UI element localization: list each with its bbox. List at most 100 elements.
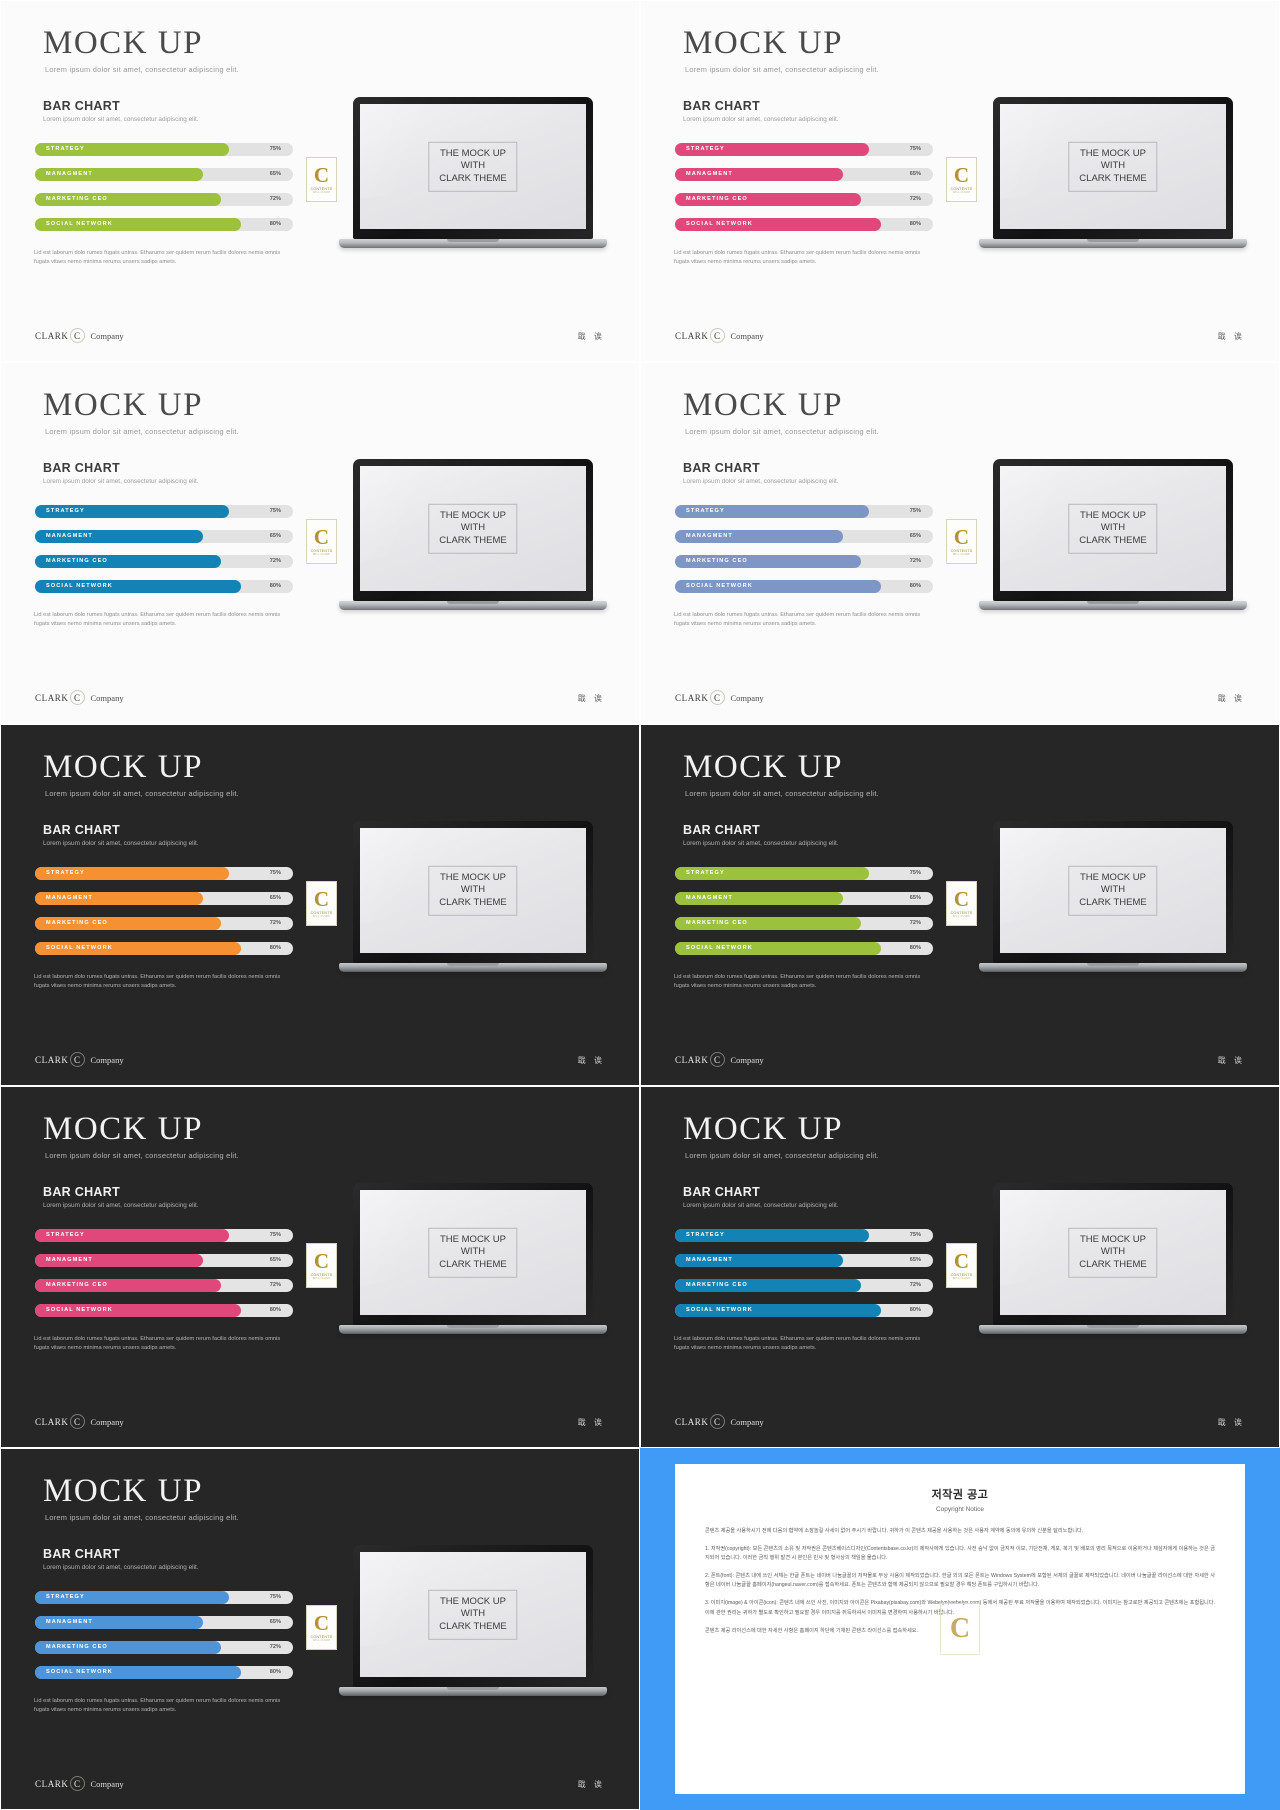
bar-label: MANAGMENT [46,1257,93,1263]
bar-label: STRATEGY [686,508,725,514]
table-row[interactable]: MARKETING CEO 72% [35,193,293,206]
table-row[interactable]: SOCIAL NETWORK 80% [35,218,293,231]
table-row[interactable]: SOCIAL NETWORK 80% [35,1666,293,1679]
slide-1[interactable]: MOCK UP Lorem ipsum dolor sit amet, conse… [0,0,640,362]
table-row[interactable]: MANAGMENT 65% [35,1254,293,1267]
footer-branding: CLARK C Company [35,1052,124,1067]
slide-6[interactable]: MOCK UP Lorem ipsum dolor sit amet, conse… [640,724,1280,1086]
logo-letter-icon: C [313,1610,330,1635]
slide-8[interactable]: MOCK UP Lorem ipsum dolor sit amet, conse… [640,1086,1280,1448]
watermark-logo-icon: C [940,1603,980,1655]
laptop-mockup: THE MOCK UP WITH CLARK THEME [979,459,1247,610]
bar-value: 72% [269,558,281,564]
table-row[interactable]: STRATEGY 75% [675,505,933,518]
table-row[interactable]: STRATEGY 75% [675,867,933,880]
bar-value: 72% [909,1282,921,1288]
bar-value: 65% [909,895,921,901]
table-row[interactable]: MANAGMENT 65% [675,1254,933,1267]
table-row[interactable]: STRATEGY 75% [35,1591,293,1604]
bar-label: STRATEGY [46,1232,85,1238]
laptop-base [339,601,607,610]
table-row[interactable]: MARKETING CEO 72% [675,193,933,206]
slide-4[interactable]: MOCK UP Lorem ipsum dolor sit amet, conse… [640,362,1280,724]
slide-2[interactable]: MOCK UP Lorem ipsum dolor sit amet, conse… [640,0,1280,362]
bar-label: STRATEGY [46,508,85,514]
slide-7[interactable]: MOCK UP Lorem ipsum dolor sit amet, conse… [0,1086,640,1448]
laptop-base [979,1325,1247,1334]
chart-subtext: Lorem ipsum dolor sit amet, consectetur … [43,1564,199,1571]
table-row[interactable]: STRATEGY 75% [35,867,293,880]
footnote-text: Lid est laborum dolo rumes fugats untras… [34,1698,281,1714]
bar-value: 80% [269,945,281,951]
logo-letter-icon: C [313,162,330,187]
table-row[interactable]: MARKETING CEO 72% [35,917,293,930]
table-row[interactable]: SOCIAL NETWORK 80% [675,1304,933,1317]
table-row[interactable]: MARKETING CEO 72% [675,1279,933,1292]
footnote-text: Lid est laborum dolo rumes fugats untras… [34,974,281,990]
bar-label: SOCIAL NETWORK [686,945,753,951]
table-row[interactable]: SOCIAL NETWORK 80% [675,942,933,955]
table-row[interactable]: MARKETING CEO 72% [35,1279,293,1292]
screen-caption: THE MOCK UP WITH CLARK THEME [1068,1227,1158,1278]
screen-caption: THE MOCK UP WITH CLARK THEME [428,1227,518,1278]
table-row[interactable]: SOCIAL NETWORK 80% [675,580,933,593]
logo-letter-icon: C [953,886,970,911]
footer-branding: CLARK C Company [675,328,764,343]
bar-value: 72% [909,196,921,202]
bar-value: 65% [269,171,281,177]
laptop-screen: THE MOCK UP WITH CLARK THEME [1000,466,1226,591]
bar-label: MARKETING CEO [46,196,108,202]
bar-label: STRATEGY [46,1594,85,1600]
laptop-mockup: THE MOCK UP WITH CLARK THEME [339,821,607,972]
copyright-slide[interactable]: 저작권 공고 Copyright Notice 콘텐츠 제공을 사용하시기 전에 다… [640,1448,1280,1810]
footer-branding: CLARK C Company [35,1414,124,1429]
chart-subtext: Lorem ipsum dolor sit amet, consectetur … [43,478,199,485]
table-row[interactable]: MARKETING CEO 72% [35,555,293,568]
slide-9[interactable]: MOCK UP Lorem ipsum dolor sit amet, conse… [0,1448,640,1810]
table-row[interactable]: MANAGMENT 65% [675,168,933,181]
laptop-base [339,1325,607,1334]
table-row[interactable]: MARKETING CEO 72% [675,917,933,930]
bar-value: 80% [909,583,921,589]
table-row[interactable]: STRATEGY 75% [35,143,293,156]
table-row[interactable]: MANAGMENT 65% [35,168,293,181]
laptop-mockup: THE MOCK UP WITH CLARK THEME [339,97,607,248]
laptop-lid: THE MOCK UP WITH CLARK THEME [353,1545,593,1687]
bar-value: 80% [269,583,281,589]
table-row[interactable]: STRATEGY 75% [35,1229,293,1242]
table-row[interactable]: MANAGMENT 65% [35,892,293,905]
slide-5[interactable]: MOCK UP Lorem ipsum dolor sit amet, conse… [0,724,640,1086]
table-row[interactable]: STRATEGY 75% [675,143,933,156]
table-row[interactable]: STRATEGY 75% [35,505,293,518]
table-row[interactable]: SOCIAL NETWORK 80% [35,580,293,593]
table-row[interactable]: MARKETING CEO 72% [35,1641,293,1654]
bar-label: STRATEGY [686,1232,725,1238]
bar-value: 80% [909,221,921,227]
chart-heading: BAR CHART [43,99,120,113]
clark-logo-badge: C CONTENTS WILL CLARK [946,157,977,202]
footer-brand-label: CLARK [675,1054,709,1065]
table-row[interactable]: MANAGMENT 65% [675,892,933,905]
table-row[interactable]: MANAGMENT 65% [675,530,933,543]
page-title: MOCK UP [683,1111,843,1147]
table-row[interactable]: STRATEGY 75% [675,1229,933,1242]
table-row[interactable]: MANAGMENT 65% [35,1616,293,1629]
bar-label: SOCIAL NETWORK [46,583,113,589]
bar-chart: STRATEGY 75% MANAGMENT 65% MARKETING CEO 72% S… [675,1229,933,1329]
slide-3[interactable]: MOCK UP Lorem ipsum dolor sit amet, conse… [0,362,640,724]
footer-brand-label: CLARK [35,1054,69,1065]
table-row[interactable]: MANAGMENT 65% [35,530,293,543]
logo-line-2: WILL CLARK [312,553,331,556]
bar-label: MARKETING CEO [46,920,108,926]
table-row[interactable]: SOCIAL NETWORK 80% [35,942,293,955]
table-row[interactable]: SOCIAL NETWORK 80% [675,218,933,231]
table-row[interactable]: MARKETING CEO 72% [675,555,933,568]
footer-company-label: Company [90,1778,124,1789]
bar-label: STRATEGY [46,146,85,152]
laptop-lid: THE MOCK UP WITH CLARK THEME [353,459,593,601]
footnote-text: Lid est laborum dolo rumes fugats untras… [34,612,281,628]
footer-right-mark: 戢 诶 [577,1780,605,1789]
table-row[interactable]: SOCIAL NETWORK 80% [35,1304,293,1317]
chart-heading: BAR CHART [43,823,120,837]
bar-label: MANAGMENT [686,171,733,177]
